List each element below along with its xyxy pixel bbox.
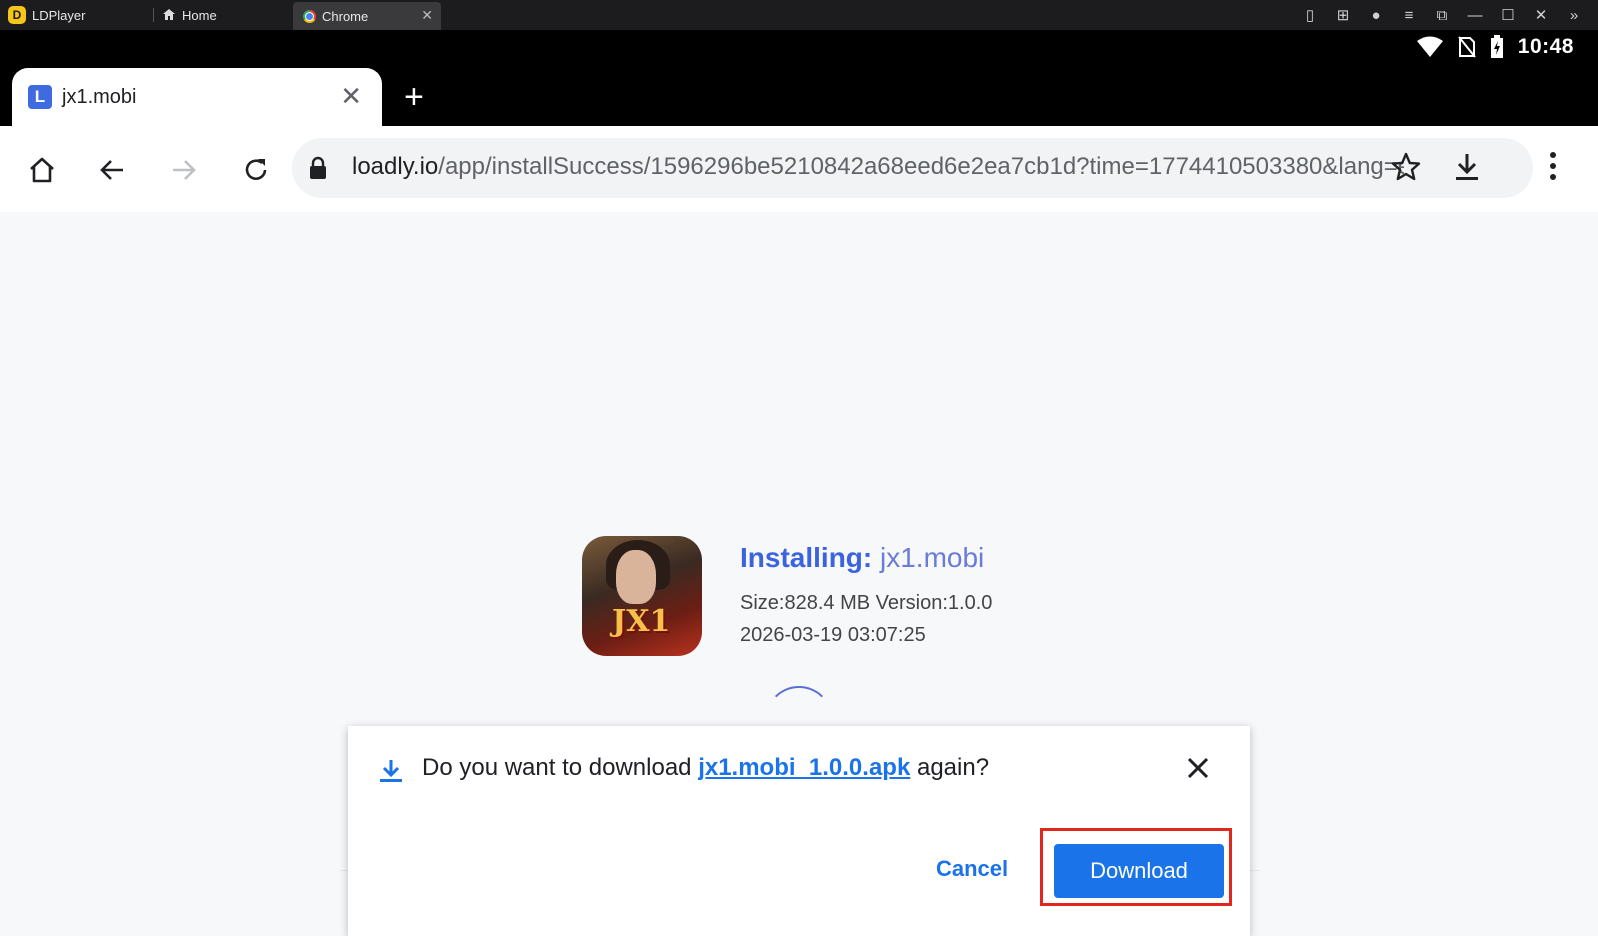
browser-tabstrip: L jx1.mobi ✕ +: [0, 68, 1598, 126]
chrome-tab-close-icon[interactable]: ✕: [421, 7, 433, 24]
lock-icon: [310, 156, 326, 179]
ldplayer-app-label: D LDPlayer: [8, 0, 85, 30]
cancel-button[interactable]: Cancel: [936, 856, 1008, 882]
home-button-icon[interactable]: [22, 150, 62, 190]
dialog-text-after: again?: [910, 754, 990, 781]
no-sim-icon: [1458, 36, 1476, 58]
maximize-icon[interactable]: ☐: [1500, 6, 1516, 24]
chrome-icon: [303, 9, 316, 23]
install-app-name: jx1.mobi: [880, 542, 985, 573]
app-icon: JX1: [582, 536, 702, 656]
gamepad-icon[interactable]: ⊞: [1335, 6, 1351, 24]
download-button[interactable]: Download: [1054, 844, 1224, 898]
home-icon: [163, 9, 175, 20]
address-bar[interactable]: loadly.io/app/installSuccess/1596296be52…: [292, 138, 1533, 198]
reload-icon[interactable]: [236, 150, 276, 190]
browser-toolbar: loadly.io/app/installSuccess/1596296be52…: [0, 126, 1598, 213]
new-tab-icon[interactable]: +: [404, 80, 424, 114]
forward-icon[interactable]: [164, 150, 204, 190]
app-icon-logo: JX1: [612, 604, 671, 639]
back-icon[interactable]: [92, 150, 132, 190]
phone-icon[interactable]: ▯: [1302, 6, 1318, 24]
chrome-tab-label: Chrome: [322, 8, 369, 24]
dialog-text-before: Do you want to download: [422, 754, 699, 781]
wifi-icon: [1416, 36, 1443, 57]
android-statusbar: 10:48: [0, 30, 1598, 68]
download-icon: [380, 760, 402, 782]
size-version-text: Size:828.4 MB Version:1.0.0: [740, 592, 993, 614]
home-tab[interactable]: Home: [162, 0, 217, 30]
dialog-filename-link[interactable]: jx1.mobi_1.0.0.apk: [698, 754, 910, 781]
dialog-message: Do you want to download jx1.mobi_1.0.0.a…: [422, 754, 989, 782]
clock: 10:48: [1517, 35, 1574, 58]
more-options-icon[interactable]: [1548, 150, 1558, 187]
menu-icon[interactable]: ≡: [1401, 7, 1417, 24]
home-tab-label: Home: [182, 7, 217, 23]
download-again-dialog: Do you want to download jx1.mobi_1.0.0.a…: [348, 726, 1250, 936]
titlebar-divider: [153, 8, 154, 22]
minimize-icon[interactable]: —: [1467, 7, 1483, 24]
bookmark-star-icon[interactable]: [1390, 151, 1422, 183]
chrome-tab[interactable]: Chrome ✕: [293, 2, 441, 30]
dialog-close-icon[interactable]: [1186, 756, 1210, 780]
date-text: 2026-03-19 03:07:25: [740, 624, 926, 646]
emulator-titlebar: D LDPlayer Home Chrome ✕ ▯ ⊞ ● ≡ ⧉ — ☐ ✕…: [0, 0, 1598, 30]
window-controls: ▯ ⊞ ● ≡ ⧉ — ☐ ✕ »: [1302, 0, 1582, 30]
tab-title: jx1.mobi: [62, 85, 137, 108]
tab-close-icon[interactable]: ✕: [340, 82, 362, 110]
site-favicon-icon: L: [28, 85, 52, 109]
url-host: loadly.io: [352, 153, 439, 180]
browser-tab-active[interactable]: L jx1.mobi ✕: [12, 68, 382, 126]
ldplayer-title: LDPlayer: [32, 7, 86, 23]
close-icon[interactable]: ✕: [1533, 6, 1549, 24]
url-text: loadly.io/app/installSuccess/1596296be52…: [352, 153, 1404, 181]
ldplayer-logo-icon: D: [8, 6, 26, 24]
screen-rotate-icon[interactable]: ⧉: [1434, 7, 1450, 24]
download-toolbar-icon[interactable]: [1452, 151, 1482, 183]
url-path: /app/installSuccess/1596296be5210842a68e…: [438, 153, 1404, 180]
install-title: Installing: jx1.mobi: [740, 542, 984, 574]
expand-icon[interactable]: »: [1566, 7, 1582, 24]
battery-charging-icon: [1490, 35, 1503, 58]
account-icon[interactable]: ●: [1368, 7, 1384, 24]
install-prefix: Installing:: [740, 542, 873, 573]
